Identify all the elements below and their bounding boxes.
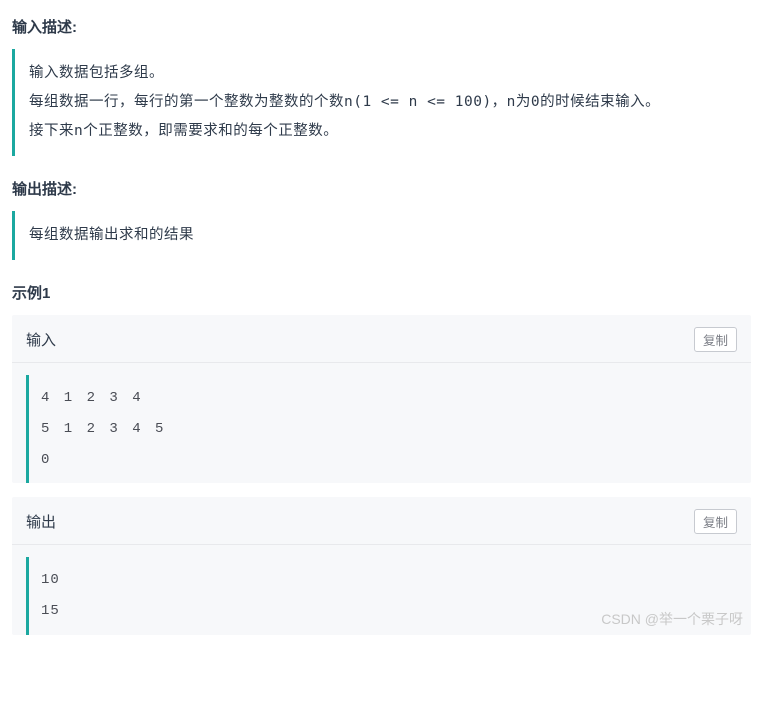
example-input-code: 4 1 2 3 4 5 1 2 3 4 5 0 [41,383,725,475]
example-output-header: 输出 复制 [12,497,751,545]
example-output-label: 输出 [26,511,56,532]
input-desc-line: 每组数据一行，每行的第一个整数为整数的个数n(1 <= n <= 100)，n为… [29,88,737,117]
example-output-code: 10 15 [41,565,725,627]
copy-button[interactable]: 复制 [694,509,737,534]
input-desc-heading: 输入描述: [12,16,751,37]
example-output-box: 输出 复制 10 15 [12,497,751,635]
output-desc-heading: 输出描述: [12,178,751,199]
example-output-code-wrap: 10 15 [26,557,737,635]
example-input-header: 输入 复制 [12,315,751,363]
example-input-box: 输入 复制 4 1 2 3 4 5 1 2 3 4 5 0 [12,315,751,483]
copy-button[interactable]: 复制 [694,327,737,352]
output-desc-block: 每组数据输出求和的结果 [12,211,751,260]
input-desc-block: 输入数据包括多组。 每组数据一行，每行的第一个整数为整数的个数n(1 <= n … [12,49,751,156]
example-input-label: 输入 [26,329,56,350]
example-heading: 示例1 [12,282,751,303]
example-input-code-wrap: 4 1 2 3 4 5 1 2 3 4 5 0 [26,375,737,483]
input-desc-line: 输入数据包括多组。 [29,59,737,88]
output-desc-text: 每组数据输出求和的结果 [29,221,737,250]
input-desc-line: 接下来n个正整数，即需要求和的每个正整数。 [29,117,737,146]
